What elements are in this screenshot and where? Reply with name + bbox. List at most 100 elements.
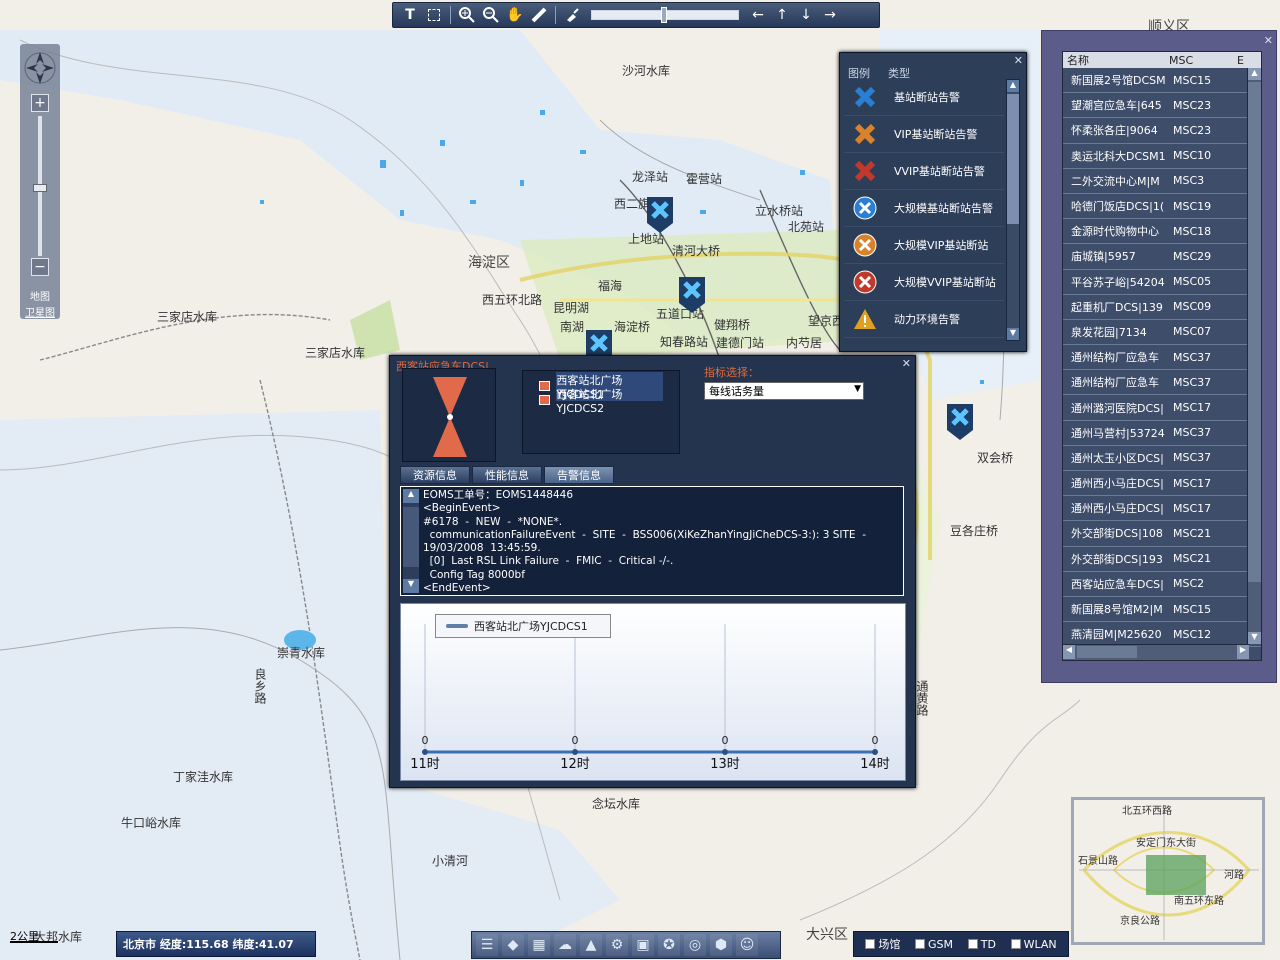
pan-up-icon[interactable]: ↑ [771, 5, 793, 25]
sector-legend-item[interactable]: 西客站北广场YJCDCS2 [539, 388, 663, 415]
filter-checkbox[interactable] [915, 939, 926, 949]
sites-icon[interactable]: ▦ [528, 934, 550, 956]
legend-item[interactable]: 大规模基站断站告警 [844, 190, 1004, 227]
list-icon[interactable]: ☰ [476, 934, 498, 956]
legend-item[interactable]: 大规模VVIP基站断站 [844, 264, 1004, 301]
table-row[interactable]: 外交部街DCS|193 MSC21 [1063, 546, 1261, 572]
legend-item[interactable]: 大规模VIP基站断站 [844, 227, 1004, 264]
table-row[interactable]: 庙城镇|5957 MSC29 [1063, 244, 1261, 270]
weather-icon[interactable]: ☁ [554, 934, 576, 956]
close-icon[interactable]: ✕ [902, 358, 911, 369]
compass-pan-icon[interactable] [24, 48, 56, 88]
close-icon[interactable]: ✕ [1264, 35, 1273, 46]
ruler-icon[interactable] [528, 5, 550, 25]
text-tool-icon[interactable]: T [399, 5, 421, 25]
scroll-thumb[interactable] [1248, 82, 1261, 582]
tab-performance-info[interactable]: 性能信息 [472, 466, 542, 484]
table-row[interactable]: 起重机厂DCS|139 MSC09 [1063, 294, 1261, 320]
zoom-out-icon[interactable] [480, 5, 502, 25]
clear-brush-icon[interactable] [561, 5, 583, 25]
filter-场馆[interactable]: 场馆 [865, 936, 900, 952]
settings-wheel-icon[interactable]: ✪ [658, 934, 680, 956]
scroll-thumb[interactable] [403, 507, 419, 567]
select-box-icon[interactable] [423, 5, 445, 25]
tab-alarm-info[interactable]: 告警信息 [544, 466, 614, 484]
table-hscrollbar[interactable]: ◀ ▶ [1063, 644, 1249, 660]
tab-resource-info[interactable]: 资源信息 [400, 466, 470, 484]
log-scrollbar[interactable]: ▲ ▼ [403, 489, 419, 593]
satellite-mode-button[interactable]: 卫星图 [20, 304, 60, 319]
filter-gsm[interactable]: GSM [915, 938, 953, 951]
table-row[interactable]: 奥运北科大DCSM1 MSC10 [1063, 143, 1261, 169]
table-row[interactable]: 通州潞河医院DCS| MSC17 [1063, 395, 1261, 421]
table-row[interactable]: 怀柔张各庄|9064 MSC23 [1063, 118, 1261, 144]
chart-point[interactable] [572, 749, 578, 755]
pan-right-icon[interactable]: → [819, 5, 841, 25]
gear-icon[interactable]: ⚙ [606, 934, 628, 956]
table-row[interactable]: 通州太玉小区DCS| MSC37 [1063, 445, 1261, 471]
legend-item[interactable]: VVIP基站断站告警 [844, 153, 1004, 190]
table-row[interactable]: 通州马营村|53724 MSC37 [1063, 420, 1261, 446]
table-row[interactable]: 平谷苏子峪|54204 MSC05 [1063, 269, 1261, 295]
scroll-up-icon[interactable]: ▲ [403, 489, 419, 503]
zoom-slider[interactable] [591, 7, 739, 23]
legend-item[interactable]: 动力环境告警 [844, 301, 1004, 338]
table-row[interactable]: 通州结构厂应急车 MSC37 [1063, 370, 1261, 396]
scroll-down-icon[interactable]: ▼ [1007, 328, 1019, 340]
zoom-out-button[interactable]: − [31, 258, 49, 276]
table-row[interactable]: 新国展8号馆M2|M MSC15 [1063, 596, 1261, 623]
zoom-in-button[interactable]: + [31, 94, 49, 112]
legend-item[interactable]: VIP基站断站告警 [844, 116, 1004, 153]
minimap-viewport[interactable] [1146, 855, 1206, 895]
table-row[interactable]: 泉发花园|7134 MSC07 [1063, 319, 1261, 346]
scroll-down-icon[interactable]: ▼ [1248, 632, 1261, 644]
chevron-down-icon[interactable]: ▼ [854, 384, 861, 394]
chart-point[interactable] [722, 749, 728, 755]
column-header-name[interactable]: 名称 [1063, 52, 1165, 68]
table-row[interactable]: 西客站应急车DCS| MSC2 [1063, 571, 1261, 597]
warning-icon[interactable]: ▲ [580, 934, 602, 956]
alarm-marker[interactable] [945, 402, 975, 442]
pan-left-icon[interactable]: ← [747, 5, 769, 25]
column-header-extra[interactable]: E [1235, 54, 1255, 67]
table-row[interactable]: 外交部街DCS|108 MSC21 [1063, 521, 1261, 547]
table-vscrollbar[interactable]: ▲ ▼ [1247, 68, 1261, 644]
filter-wlan[interactable]: WLAN [1010, 938, 1057, 951]
chart-point[interactable] [872, 749, 878, 755]
network-icon[interactable]: ⬢ [710, 934, 732, 956]
users-icon[interactable]: ☺ [736, 934, 758, 956]
table-row[interactable]: 哈德门饭店DCS|1(MSC19 [1063, 193, 1261, 220]
zoom-in-icon[interactable] [456, 5, 478, 25]
scroll-thumb[interactable] [1007, 94, 1019, 224]
alarm-marker[interactable] [677, 275, 707, 315]
table-row[interactable]: 通州结构厂应急车 MSC37 [1063, 345, 1261, 371]
filter-td[interactable]: TD [967, 938, 996, 951]
scroll-left-icon[interactable]: ◀ [1063, 645, 1075, 659]
table-row[interactable]: 望潮宫应急车|645 MSC23 [1063, 93, 1261, 119]
pan-down-icon[interactable]: ↓ [795, 5, 817, 25]
chart-point[interactable] [422, 749, 428, 755]
table-row[interactable]: 二外交流中心M|M MSC3 [1063, 168, 1261, 194]
scroll-down-icon[interactable]: ▼ [403, 579, 419, 593]
zoom-slider-knob[interactable] [661, 7, 667, 23]
table-row[interactable]: 金源时代购物中心 MSC18 [1063, 219, 1261, 245]
alarm-marker[interactable] [645, 195, 675, 235]
scroll-right-icon[interactable]: ▶ [1237, 645, 1249, 659]
pan-hand-icon[interactable]: ✋ [504, 5, 526, 25]
table-row[interactable]: 通州西小马庄DCS| MSC17 [1063, 496, 1261, 522]
filter-checkbox[interactable] [1010, 939, 1021, 949]
table-row[interactable]: 通州西小马庄DCS| MSC17 [1063, 471, 1261, 497]
hscroll-thumb[interactable] [1077, 646, 1137, 658]
radar-icon[interactable]: ◎ [684, 934, 706, 956]
filter-checkbox[interactable] [865, 939, 876, 949]
column-header-msc[interactable]: MSC [1165, 54, 1235, 67]
china-map-icon[interactable]: ◆ [502, 934, 524, 956]
zoom-handle[interactable] [33, 184, 47, 192]
indicator-select[interactable]: 每线话务量 ▼ [704, 382, 864, 400]
scroll-up-icon[interactable]: ▲ [1007, 80, 1019, 92]
filter-checkbox[interactable] [967, 939, 978, 949]
overview-minimap[interactable]: 北五环西路 安定门东大街 石景山路 南五环东路 京良公路 河路 [1071, 797, 1265, 945]
table-row[interactable]: 新国展2号馆DCSM MSC15 [1063, 68, 1261, 94]
legend-item[interactable]: 基站断站告警 [844, 79, 1004, 116]
report-icon[interactable]: ▣ [632, 934, 654, 956]
